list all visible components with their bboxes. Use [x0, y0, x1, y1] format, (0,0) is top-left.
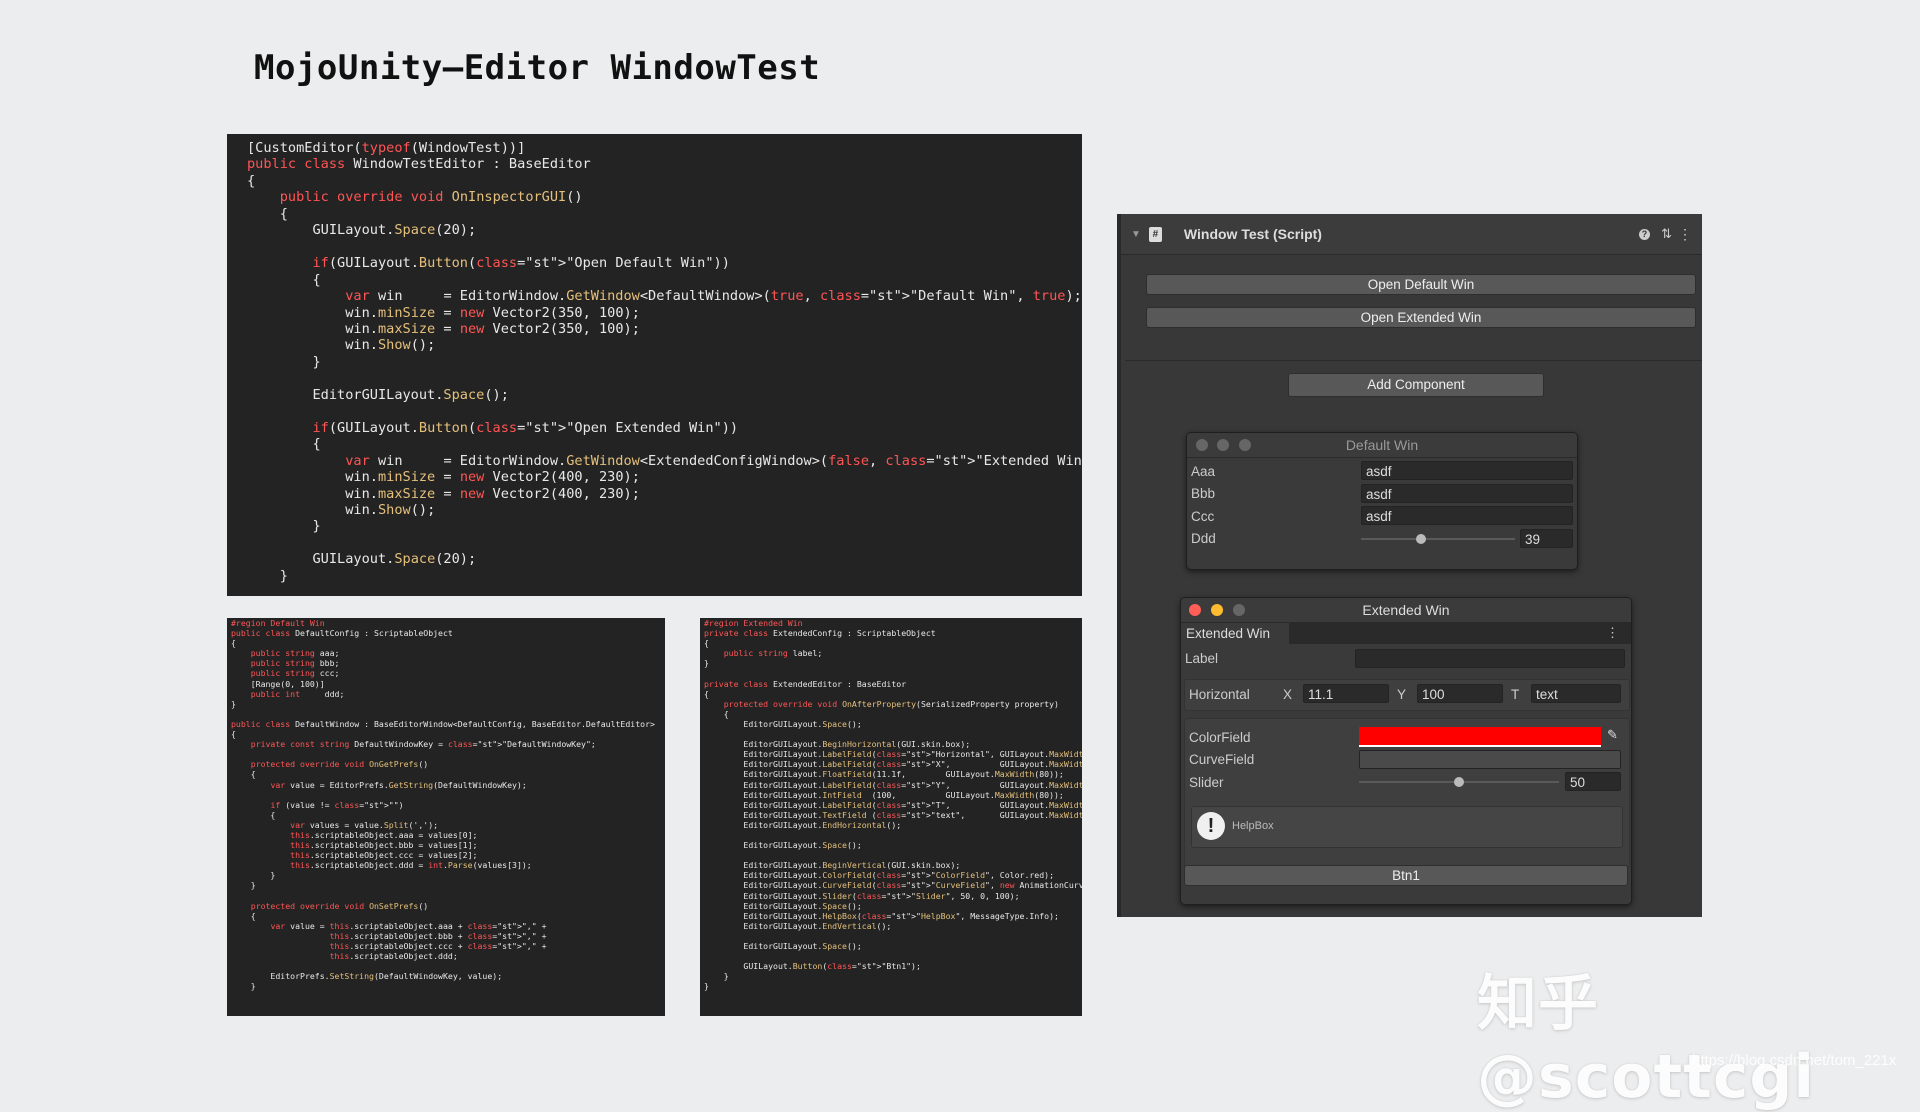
minimize-dot-icon[interactable]: [1211, 604, 1223, 616]
slider-value-field[interactable]: 50: [1565, 772, 1621, 791]
extended-win-titlebar[interactable]: Extended Win: [1181, 598, 1631, 623]
slider-label: Slider: [1189, 775, 1224, 790]
helpbox-text: HelpBox: [1232, 820, 1274, 832]
minimize-dot-icon[interactable]: [1217, 439, 1229, 451]
colorfield-swatch[interactable]: [1359, 727, 1601, 747]
zoom-dot-icon[interactable]: [1233, 604, 1245, 616]
extended-win-code-text: #region Extended Win private class Exten…: [704, 618, 1082, 992]
y-int-field[interactable]: 100: [1417, 684, 1503, 703]
bbb-field[interactable]: asdf: [1361, 484, 1573, 503]
open-extended-win-button[interactable]: Open Extended Win: [1146, 307, 1696, 328]
page-title: MojoUnity–Editor WindowTest: [254, 48, 821, 88]
x-float-field[interactable]: 11.1: [1303, 684, 1389, 703]
extended-win-window: Extended Win Extended Win ⋮ Label Horizo…: [1180, 597, 1632, 905]
extended-win-tabbar: Extended Win ⋮: [1181, 623, 1631, 644]
extended-win-title: Extended Win: [1362, 602, 1450, 618]
t-label: T: [1511, 687, 1520, 702]
info-exclamation-icon: !: [1197, 812, 1225, 840]
help-icon[interactable]: ?: [1639, 228, 1650, 240]
zhihu-watermark: 知乎 @scottcgi: [1477, 969, 1815, 1112]
ccc-label: Ccc: [1191, 509, 1215, 524]
default-win-titlebar[interactable]: Default Win: [1187, 433, 1577, 458]
helpbox: ! HelpBox: [1191, 806, 1623, 848]
slider-knob[interactable]: [1454, 777, 1464, 787]
tab-menu-icon[interactable]: ⋮: [1606, 625, 1619, 641]
t-text-field[interactable]: text: [1531, 684, 1621, 703]
x-label: X: [1283, 687, 1293, 702]
main-code-text: [CustomEditor(typeof(WindowTest))] publi…: [247, 140, 1082, 584]
ddd-slider-track[interactable]: [1361, 538, 1515, 540]
colorfield-label: ColorField: [1189, 730, 1251, 745]
inspector-title: Window Test (Script): [1183, 226, 1322, 242]
foldout-arrow-icon[interactable]: ▼: [1131, 229, 1141, 240]
label-field-input[interactable]: [1355, 649, 1625, 668]
ccc-field[interactable]: asdf: [1361, 506, 1573, 525]
default-win-window: Default Win Aaa asdf Bbb asdf Ccc asdf D…: [1186, 432, 1578, 570]
extended-win-code-panel: #region Extended Win private class Exten…: [700, 618, 1082, 1016]
eyedropper-icon[interactable]: ✎: [1607, 727, 1618, 743]
close-dot-icon[interactable]: [1196, 439, 1208, 451]
open-default-win-button[interactable]: Open Default Win: [1146, 274, 1696, 295]
zoom-dot-icon[interactable]: [1239, 439, 1251, 451]
curvefield-input[interactable]: [1359, 750, 1621, 769]
script-icon: #: [1148, 226, 1162, 242]
ddd-slider-knob[interactable]: [1416, 534, 1427, 544]
ddd-value-field[interactable]: 39: [1520, 529, 1573, 548]
curvefield-label: CurveField: [1189, 752, 1255, 767]
inspector-header[interactable]: ▼ # Window Test (Script) ? ⇅ ⋮: [1121, 214, 1702, 255]
tab-extended-win[interactable]: Extended Win: [1181, 623, 1289, 644]
y-label: Y: [1397, 687, 1407, 702]
aaa-label: Aaa: [1191, 464, 1216, 479]
more-options-icon[interactable]: ⋮: [1678, 226, 1692, 243]
bbb-label: Bbb: [1191, 486, 1216, 501]
horizontal-label: Horizontal: [1189, 687, 1250, 702]
inspector-panel: ▼ # Window Test (Script) ? ⇅ ⋮ Open Defa…: [1117, 214, 1702, 917]
inspector-divider: [1125, 360, 1702, 361]
default-win-title: Default Win: [1345, 437, 1419, 453]
source-url: https://blog.csdn.net/tom_221x: [1692, 1052, 1897, 1069]
aaa-field[interactable]: asdf: [1361, 461, 1573, 480]
default-win-code-panel: #region Default Win public class Default…: [227, 618, 665, 1016]
label-field-label: Label: [1185, 651, 1219, 666]
add-component-button[interactable]: Add Component: [1288, 373, 1544, 397]
default-win-code-text: #region Default Win public class Default…: [231, 618, 655, 992]
ddd-label: Ddd: [1191, 531, 1216, 546]
main-code-panel: [CustomEditor(typeof(WindowTest))] publi…: [227, 134, 1082, 596]
settings-sliders-icon[interactable]: ⇅: [1661, 226, 1672, 242]
btn1-button[interactable]: Btn1: [1184, 865, 1628, 886]
close-dot-icon[interactable]: [1189, 604, 1201, 616]
